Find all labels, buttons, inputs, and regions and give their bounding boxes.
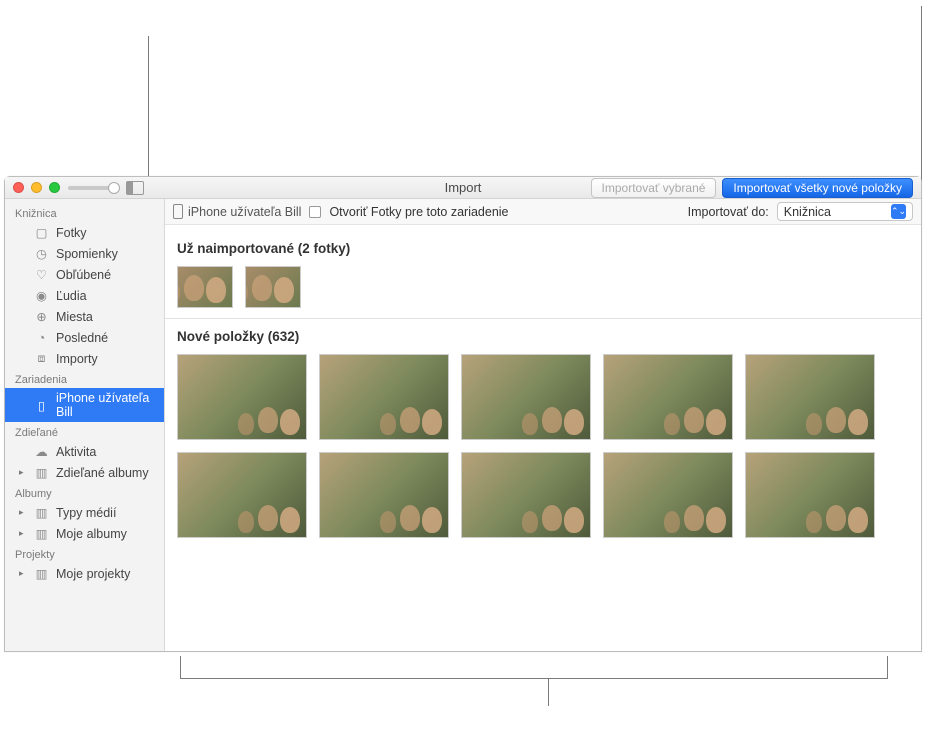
photo-thumbnail[interactable] — [177, 354, 307, 440]
sidebar-item-label: Zdieľané albumy — [56, 466, 149, 480]
import-to-label: Importovať do: — [688, 205, 769, 219]
main-pane: iPhone užívateľa Bill Otvoriť Fotky pre … — [165, 199, 921, 651]
pin-icon: ⊕ — [34, 309, 49, 324]
sidebar-item-label: Typy médií — [56, 506, 116, 520]
sidebar-item-label: Moje albumy — [56, 527, 127, 541]
disclosure-triangle-icon[interactable]: ▸ — [19, 507, 27, 518]
photo-thumbnail[interactable] — [603, 452, 733, 538]
content-area: Už naimportované (2 fotky) Nové položky … — [165, 225, 921, 651]
album-icon: ▥ — [34, 505, 49, 520]
photo-thumbnail[interactable] — [177, 452, 307, 538]
sidebar: Knižnica ▢ Fotky ◷ Spomienky ♡ Obľúbené ◉ Ľudia ⊕… — [5, 199, 165, 651]
sidebar-item-zdieľané-albumy[interactable]: ▸ ▥ Zdieľané albumy — [5, 462, 164, 483]
person-icon: ◉ — [34, 288, 49, 303]
already-imported-row — [177, 266, 909, 308]
zoom-thumb[interactable] — [108, 182, 120, 194]
app-window: Import Importovať vybrané Importovať vše… — [4, 176, 922, 652]
disclosure-triangle-icon[interactable]: ▸ — [19, 528, 27, 539]
clock2-icon: ◔ — [34, 330, 49, 345]
chevron-updown-icon: ⌃⌄ — [891, 204, 906, 219]
close-icon[interactable] — [13, 182, 24, 193]
phone-icon: ▯ — [34, 398, 49, 413]
sidebar-group-header: Knižnica — [5, 203, 164, 222]
sidebar-item-label: Spomienky — [56, 247, 118, 261]
new-items-grid — [177, 354, 909, 538]
import-selected-button[interactable]: Importovať vybrané — [591, 178, 717, 198]
sidebar-item-ľudia[interactable]: ◉ Ľudia — [5, 285, 164, 306]
disclosure-triangle-icon[interactable]: ▸ — [19, 467, 27, 478]
sidebar-group-header: Zdieľané — [5, 422, 164, 441]
photo-thumbnail[interactable] — [177, 266, 233, 308]
sidebar-item-obľúbené[interactable]: ♡ Obľúbené — [5, 264, 164, 285]
sidebar-item-label: iPhone užívateľa Bill — [56, 391, 154, 419]
photo-thumbnail[interactable] — [245, 266, 301, 308]
sidebar-item-miesta[interactable]: ⊕ Miesta — [5, 306, 164, 327]
sidebar-item-importy[interactable]: ⧈ Importy — [5, 348, 164, 369]
sidebar-item-label: Aktivita — [56, 445, 96, 459]
sidebar-item-label: Obľúbené — [56, 268, 111, 282]
sidebar-toggle-icon[interactable] — [126, 181, 144, 195]
sidebar-item-iphone-užívateľa-bill[interactable]: ▯ iPhone užívateľa Bill — [5, 388, 164, 422]
album-icon: ▥ — [34, 566, 49, 581]
sidebar-item-label: Ľudia — [56, 289, 87, 303]
titlebar: Import Importovať vybrané Importovať vše… — [5, 177, 921, 199]
zoom-slider[interactable] — [68, 186, 118, 190]
open-photos-label: Otvoriť Fotky pre toto zariadenie — [329, 205, 508, 219]
photo-thumbnail[interactable] — [319, 452, 449, 538]
album-icon: ▥ — [34, 526, 49, 541]
sidebar-item-label: Fotky — [56, 226, 87, 240]
download-icon: ⧈ — [34, 351, 49, 366]
photo-thumbnail[interactable] — [745, 452, 875, 538]
photo-thumbnail[interactable] — [745, 354, 875, 440]
clock-icon: ◷ — [34, 246, 49, 261]
heart-icon: ♡ — [34, 267, 49, 282]
sidebar-item-moje-projekty[interactable]: ▸ ▥ Moje projekty — [5, 563, 164, 584]
sidebar-item-label: Importy — [56, 352, 98, 366]
maximize-icon[interactable] — [49, 182, 60, 193]
already-imported-header: Už naimportované (2 fotky) — [177, 241, 909, 256]
section-divider — [165, 318, 921, 319]
sidebar-item-posledné[interactable]: ◔ Posledné — [5, 327, 164, 348]
import-all-new-button[interactable]: Importovať všetky nové položky — [722, 178, 913, 198]
window-title: Import — [445, 180, 482, 195]
sidebar-item-label: Miesta — [56, 310, 93, 324]
sidebar-item-typy-médií[interactable]: ▸ ▥ Typy médií — [5, 502, 164, 523]
device-chip: iPhone užívateľa Bill — [173, 204, 301, 219]
photo-thumbnail[interactable] — [603, 354, 733, 440]
new-items-header: Nové položky (632) — [177, 329, 909, 344]
disclosure-triangle-icon[interactable]: ▸ — [19, 568, 27, 579]
minimize-icon[interactable] — [31, 182, 42, 193]
sidebar-group-header: Projekty — [5, 544, 164, 563]
photos-icon: ▢ — [34, 225, 49, 240]
photo-thumbnail[interactable] — [461, 452, 591, 538]
sidebar-group-header: Albumy — [5, 483, 164, 502]
sidebar-group-header: Zariadenia — [5, 369, 164, 388]
sidebar-item-label: Moje projekty — [56, 567, 130, 581]
album-icon: ▥ — [34, 465, 49, 480]
device-name: iPhone užívateľa Bill — [188, 205, 301, 219]
photo-thumbnail[interactable] — [461, 354, 591, 440]
sidebar-item-fotky[interactable]: ▢ Fotky — [5, 222, 164, 243]
window-controls — [13, 182, 60, 193]
phone-icon — [173, 204, 183, 219]
sidebar-item-moje-albumy[interactable]: ▸ ▥ Moje albumy — [5, 523, 164, 544]
import-toolbar: iPhone užívateľa Bill Otvoriť Fotky pre … — [165, 199, 921, 225]
import-to-select[interactable]: Knižnica ⌃⌄ — [777, 202, 913, 221]
photo-thumbnail[interactable] — [319, 354, 449, 440]
open-photos-checkbox[interactable] — [309, 206, 321, 218]
sidebar-item-aktivita[interactable]: ☁ Aktivita — [5, 441, 164, 462]
import-to-value: Knižnica — [784, 205, 831, 219]
cloud-icon: ☁ — [34, 444, 49, 459]
sidebar-item-label: Posledné — [56, 331, 108, 345]
sidebar-item-spomienky[interactable]: ◷ Spomienky — [5, 243, 164, 264]
